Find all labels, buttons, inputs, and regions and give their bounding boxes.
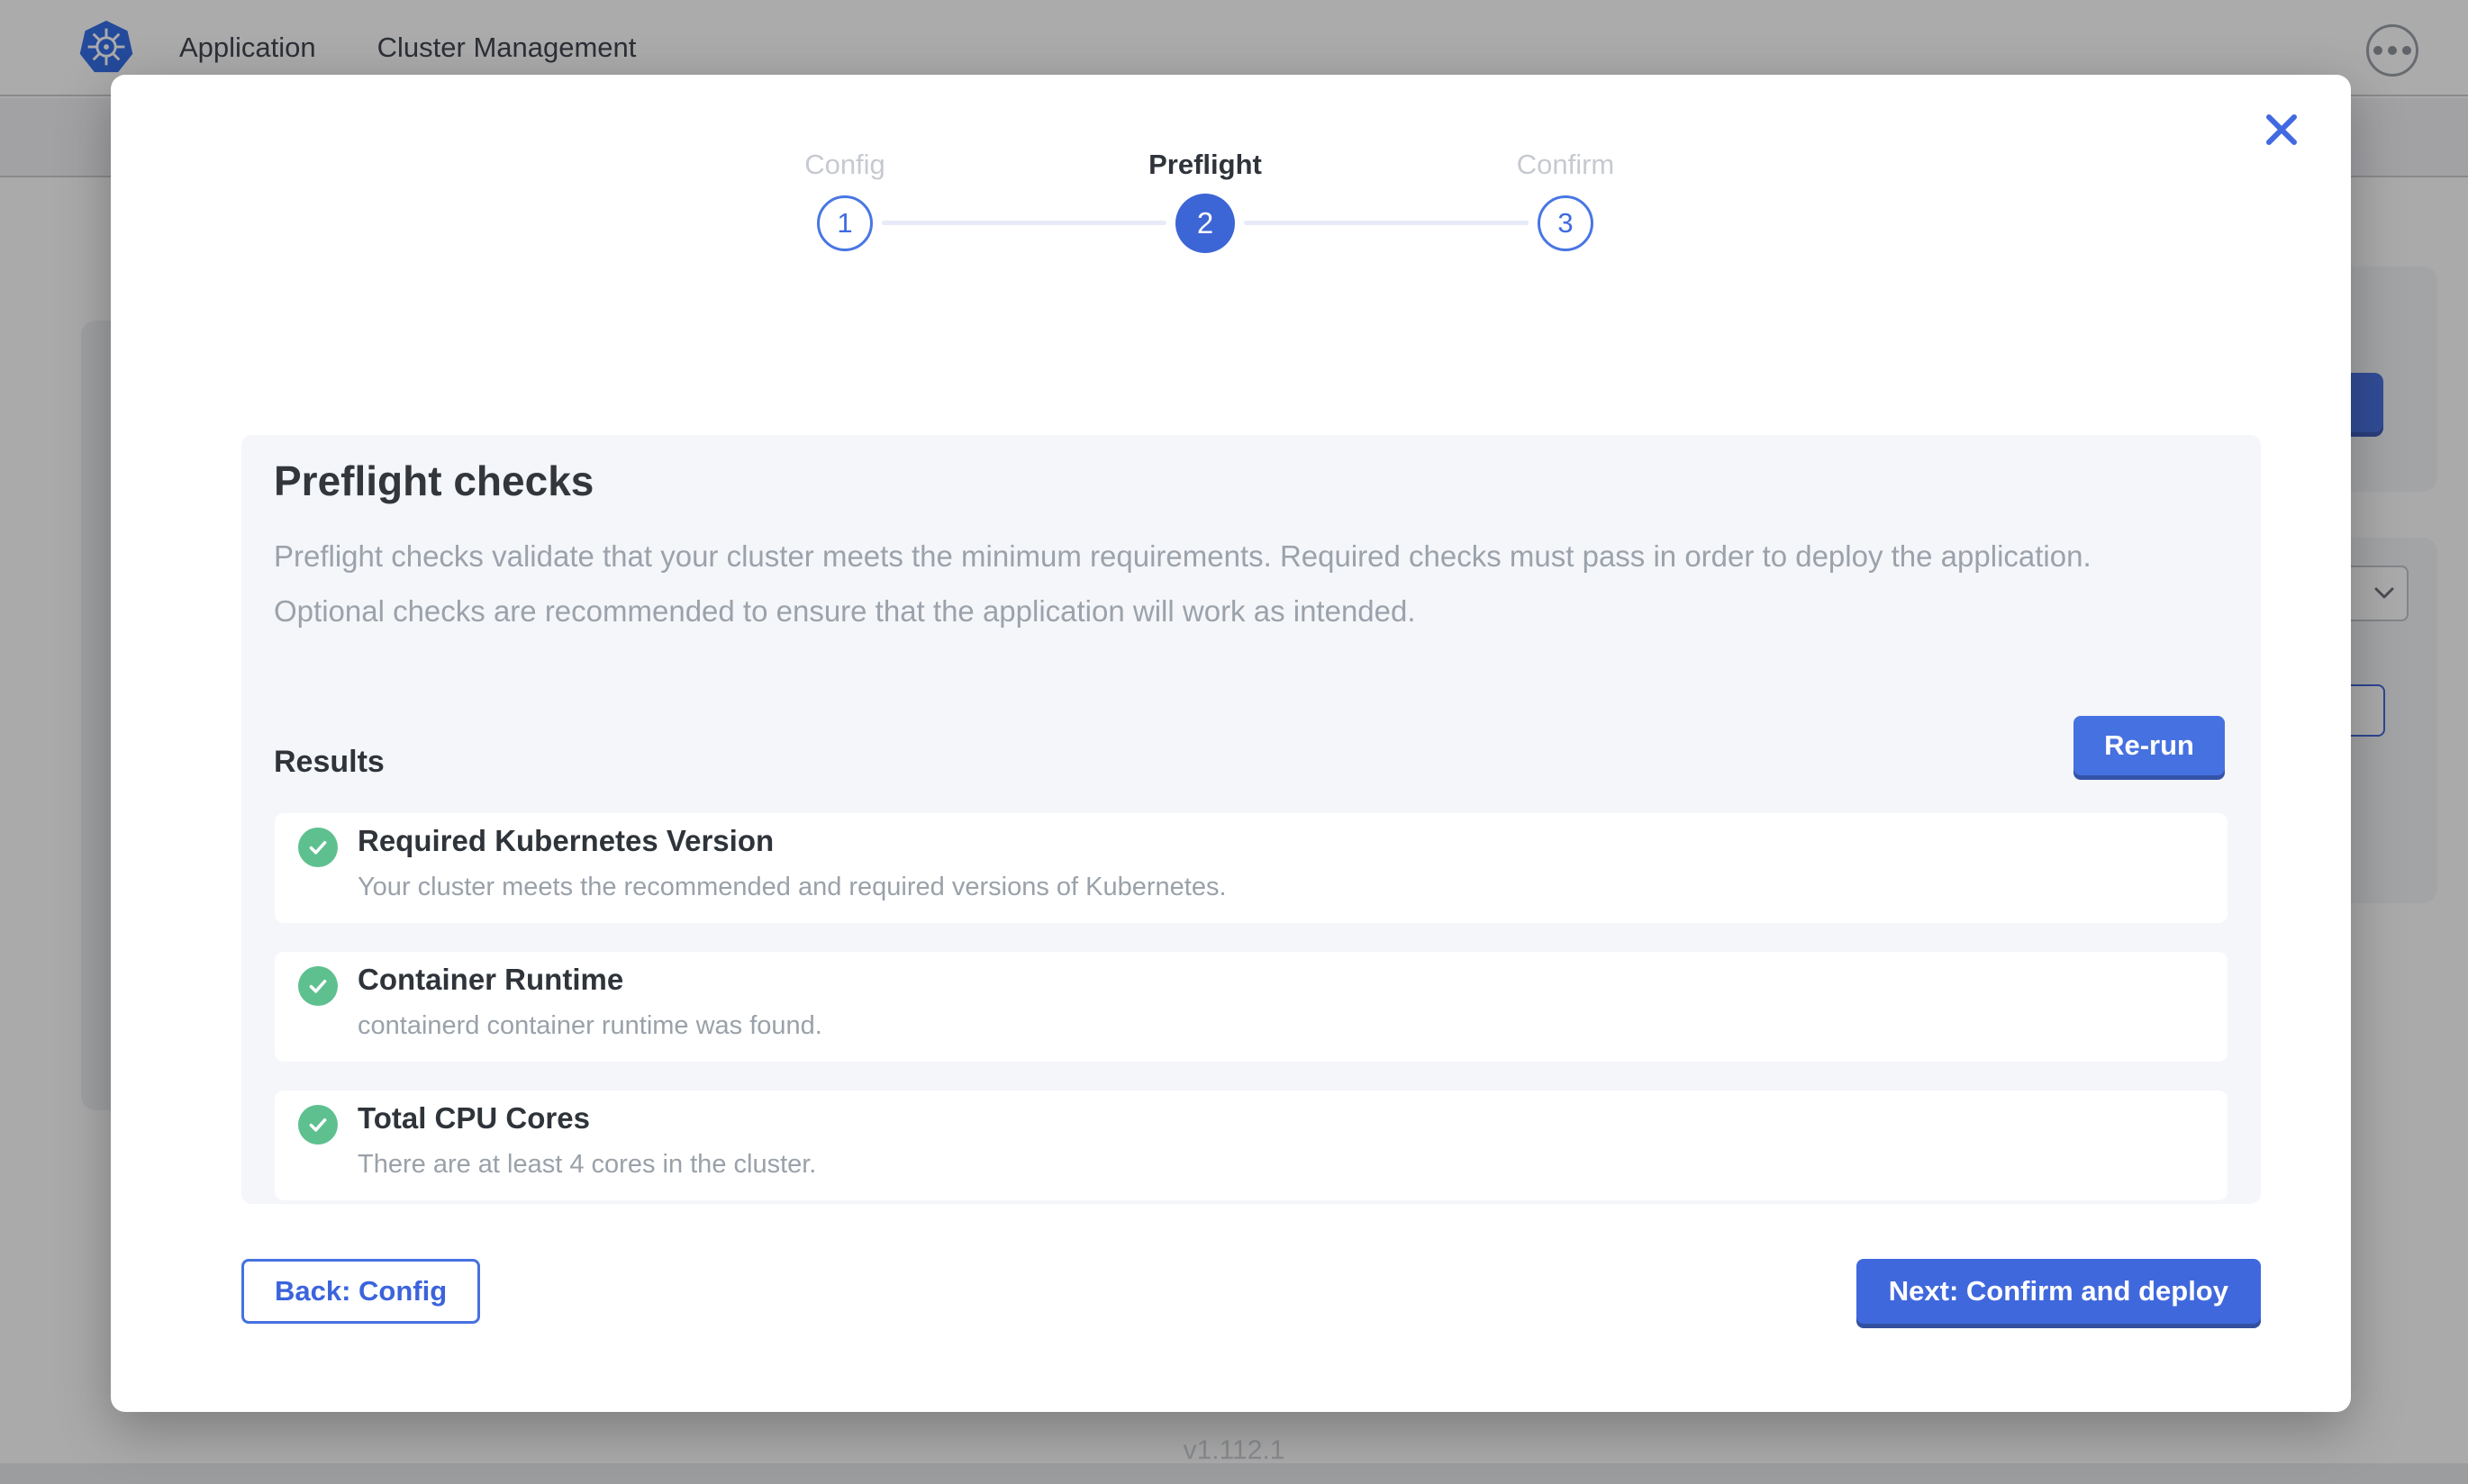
results-heading: Results (274, 745, 385, 780)
check-circle-icon (298, 828, 338, 867)
check-title: Container Runtime (358, 963, 623, 997)
back-config-button[interactable]: Back: Config (241, 1259, 480, 1324)
check-row-kubernetes-version: Required Kubernetes Version Your cluster… (275, 813, 2228, 923)
step-circle-config[interactable]: 1 (817, 195, 873, 251)
check-title: Total CPU Cores (358, 1101, 590, 1136)
step-circle-confirm[interactable]: 3 (1538, 195, 1593, 251)
next-confirm-deploy-button[interactable]: Next: Confirm and deploy (1856, 1259, 2261, 1324)
rerun-button[interactable]: Re-run (2073, 716, 2225, 775)
check-circle-icon (298, 1105, 338, 1145)
step-connector (1244, 221, 1529, 225)
check-circle-icon (298, 966, 338, 1006)
check-message: Your cluster meets the recommended and r… (358, 873, 1227, 902)
step-label-preflight: Preflight (1088, 149, 1322, 181)
modal-description: Preflight checks validate that your clus… (274, 529, 2174, 638)
step-connector (882, 221, 1166, 225)
check-row-container-runtime: Container Runtime containerd container r… (275, 952, 2228, 1062)
modal-title: Preflight checks (274, 457, 594, 505)
step-label-confirm: Confirm (1448, 149, 1683, 181)
check-title: Required Kubernetes Version (358, 824, 774, 858)
preflight-modal: Config Preflight Confirm 1 2 3 Preflight… (111, 75, 2351, 1412)
check-message: containerd container runtime was found. (358, 1011, 822, 1041)
check-message: There are at least 4 cores in the cluste… (358, 1150, 816, 1180)
step-label-config: Config (728, 149, 962, 181)
preflight-panel: Preflight checks Preflight checks valida… (241, 435, 2261, 1204)
close-icon[interactable] (2263, 111, 2300, 149)
check-row-total-cpu-cores: Total CPU Cores There are at least 4 cor… (275, 1090, 2228, 1200)
step-circle-preflight[interactable]: 2 (1175, 194, 1235, 253)
